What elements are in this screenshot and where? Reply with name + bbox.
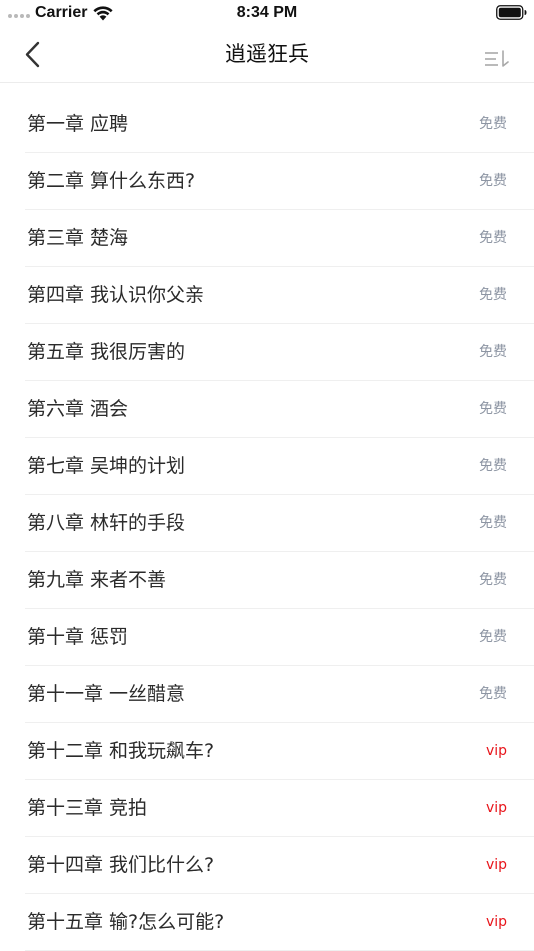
chapter-row[interactable]: 第十四章 我们比什么? vip bbox=[25, 837, 534, 894]
sort-order-icon bbox=[485, 50, 509, 67]
chapter-row[interactable]: 第十五章 输?怎么可能? vip bbox=[25, 894, 534, 951]
chapter-row[interactable]: 第十二章 和我玩飙车? vip bbox=[25, 723, 534, 780]
chapter-title: 第十章 惩罚 bbox=[27, 626, 129, 648]
chapter-row[interactable]: 第十三章 竞拍 vip bbox=[25, 780, 534, 837]
free-badge: 免费 bbox=[479, 629, 507, 645]
chevron-left-icon bbox=[25, 41, 40, 68]
free-badge: 免费 bbox=[479, 686, 507, 702]
back-button[interactable] bbox=[18, 39, 50, 71]
chapter-row[interactable]: 第四章 我认识你父亲 免费 bbox=[25, 267, 534, 324]
clock-time: 8:34 PM bbox=[236, 4, 298, 21]
chapter-title: 第八章 林轩的手段 bbox=[27, 512, 186, 534]
chapter-row[interactable]: 第十章 惩罚 免费 bbox=[25, 609, 534, 666]
battery-icon bbox=[496, 5, 527, 20]
chapter-row[interactable]: 第七章 吴坤的计划 免费 bbox=[25, 438, 534, 495]
chapter-title: 第三章 楚海 bbox=[27, 227, 129, 249]
chapter-row[interactable]: 第五章 我很厉害的 免费 bbox=[25, 324, 534, 381]
free-badge: 免费 bbox=[479, 515, 507, 531]
page-title: 逍遥狂兵 bbox=[225, 42, 309, 66]
chapter-title: 第一章 应聘 bbox=[27, 113, 129, 135]
chapter-title: 第十四章 我们比什么? bbox=[27, 854, 215, 876]
chapter-title: 第七章 吴坤的计划 bbox=[27, 455, 186, 477]
free-badge: 免费 bbox=[479, 116, 507, 132]
free-badge: 免费 bbox=[479, 572, 507, 588]
chapter-row[interactable]: 第九章 来者不善 免费 bbox=[25, 552, 534, 609]
free-badge: 免费 bbox=[479, 287, 507, 303]
chapter-list: 第一章 应聘 免费 第二章 算什么东西? 免费 第三章 楚海 免费 第四章 我认识你父亲 免费… bbox=[0, 96, 534, 951]
chapter-row[interactable]: 第三章 楚海 免费 bbox=[25, 210, 534, 267]
vip-badge: vip bbox=[485, 743, 507, 759]
chapter-title: 第十二章 和我玩飙车? bbox=[27, 740, 215, 762]
chapter-title: 第十一章 一丝醋意 bbox=[27, 683, 186, 705]
free-badge: 免费 bbox=[479, 344, 507, 360]
chapter-title: 第十五章 输?怎么可能? bbox=[27, 911, 225, 933]
chapter-row[interactable]: 第一章 应聘 免费 bbox=[25, 96, 534, 153]
chapter-row[interactable]: 第二章 算什么东西? 免费 bbox=[25, 153, 534, 210]
vip-badge: vip bbox=[485, 857, 507, 873]
free-badge: 免费 bbox=[479, 173, 507, 189]
free-badge: 免费 bbox=[479, 458, 507, 474]
chapter-title: 第二章 算什么东西? bbox=[27, 170, 196, 192]
navigation-bar: 逍遥狂兵 bbox=[0, 26, 534, 83]
vip-badge: vip bbox=[485, 800, 507, 816]
chapter-title: 第五章 我很厉害的 bbox=[27, 341, 186, 363]
chapter-row[interactable]: 第十一章 一丝醋意 免费 bbox=[25, 666, 534, 723]
vip-badge: vip bbox=[485, 914, 507, 930]
chapter-row[interactable]: 第六章 酒会 免费 bbox=[25, 381, 534, 438]
chapter-title: 第六章 酒会 bbox=[27, 398, 129, 420]
status-bar: Carrier 8:34 PM bbox=[0, 0, 534, 26]
free-badge: 免费 bbox=[479, 230, 507, 246]
free-badge: 免费 bbox=[479, 401, 507, 417]
chapter-row[interactable]: 第八章 林轩的手段 免费 bbox=[25, 495, 534, 552]
chapter-title: 第四章 我认识你父亲 bbox=[27, 284, 205, 306]
sort-order-button[interactable] bbox=[482, 46, 512, 72]
chapter-title: 第九章 来者不善 bbox=[27, 569, 167, 591]
chapter-title: 第十三章 竞拍 bbox=[27, 797, 148, 819]
